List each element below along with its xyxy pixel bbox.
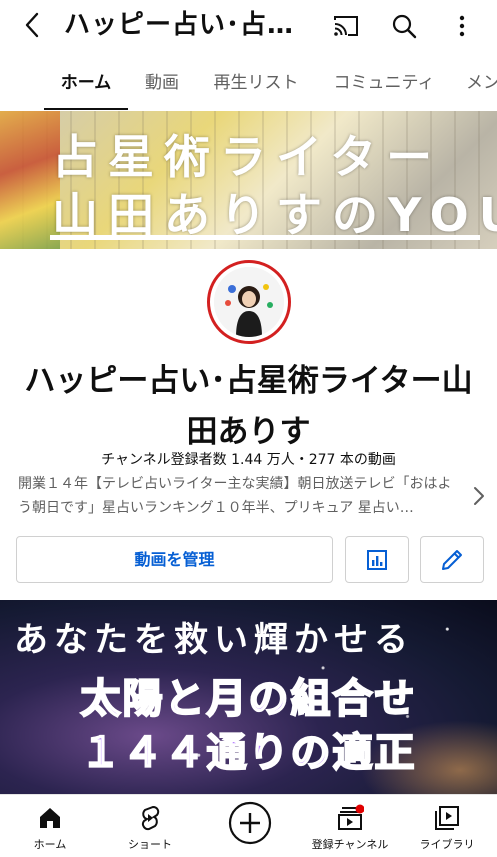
- subscriber-count: チャンネル登録者数 1.44 万人: [101, 452, 295, 468]
- nav-shorts-label: ショート: [128, 838, 172, 851]
- banner-text-line1: 占星術ライター: [52, 130, 443, 184]
- channel-name-line1: ハッピー占い･占星術ライター山: [24, 363, 473, 399]
- manage-videos-button[interactable]: 動画を管理: [16, 536, 333, 583]
- tab-videos[interactable]: 動画: [138, 56, 186, 110]
- bottom-navigation: ホーム ショート 登録チャンネル ライブラリ: [0, 794, 497, 857]
- channel-tabs: ホーム 動画 再生リスト コミュニティ メンバーシップ: [0, 56, 497, 110]
- analytics-icon: [367, 549, 387, 570]
- more-vert-icon[interactable]: [446, 10, 478, 42]
- featured-text-line2: 太陽と月の組合せ: [80, 675, 417, 723]
- tab-community[interactable]: コミュニティ: [326, 56, 442, 110]
- nav-home[interactable]: ホーム: [0, 795, 100, 857]
- nav-library-label: ライブラリ: [419, 838, 475, 851]
- chevron-right-icon[interactable]: [470, 484, 488, 508]
- edit-pencil-icon: [442, 549, 462, 570]
- app-bar: ハッピー占い･占星術ライター山田ありす: [0, 0, 497, 52]
- nav-shorts[interactable]: ショート: [100, 795, 200, 857]
- stats-separator: ・: [294, 452, 309, 468]
- shorts-icon: [141, 805, 160, 831]
- tab-home[interactable]: ホーム: [44, 56, 128, 110]
- channel-avatar[interactable]: [207, 260, 291, 344]
- avatar-portrait: [214, 267, 284, 337]
- banner-collage: [0, 111, 60, 249]
- back-icon[interactable]: [18, 10, 48, 40]
- tab-membership[interactable]: メンバーシップ: [466, 56, 497, 110]
- cast-icon[interactable]: [330, 10, 362, 42]
- video-count: 277 本の動画: [308, 452, 396, 468]
- nav-subscriptions-label: 登録チャンネル: [311, 838, 389, 851]
- featured-video-thumbnail[interactable]: あなたを救い輝かせる 太陽と月の組合せ １４４通りの適正: [0, 600, 497, 794]
- nav-library[interactable]: ライブラリ: [397, 795, 497, 857]
- analytics-button[interactable]: [345, 536, 409, 583]
- library-icon: [435, 806, 459, 830]
- subscriptions-icon: [338, 804, 364, 830]
- channel-banner: 占星術ライター 山田ありすのYOUTUBE: [0, 111, 497, 249]
- nav-home-label: ホーム: [33, 838, 67, 851]
- create-plus-icon: [228, 801, 272, 845]
- banner-underline: [50, 235, 480, 240]
- nav-subscriptions[interactable]: 登録チャンネル: [300, 795, 400, 857]
- search-icon[interactable]: [388, 10, 420, 42]
- edit-channel-button[interactable]: [420, 536, 484, 583]
- channel-description[interactable]: 開業１４年【テレビ占いライター主な実績】朝日放送テレビ「おはよう朝日です」星占い…: [18, 472, 463, 520]
- channel-stats: チャンネル登録者数 1.44 万人・277 本の動画: [0, 449, 497, 469]
- nav-create[interactable]: [200, 795, 300, 857]
- channel-title: ハッピー占い･占星術ライター山田ありす: [64, 10, 314, 40]
- home-icon: [40, 808, 60, 828]
- featured-text-line1: あなたを救い輝かせる: [14, 620, 414, 660]
- tab-playlists[interactable]: 再生リスト: [206, 56, 306, 110]
- featured-text-line3: １４４通りの適正: [80, 729, 417, 777]
